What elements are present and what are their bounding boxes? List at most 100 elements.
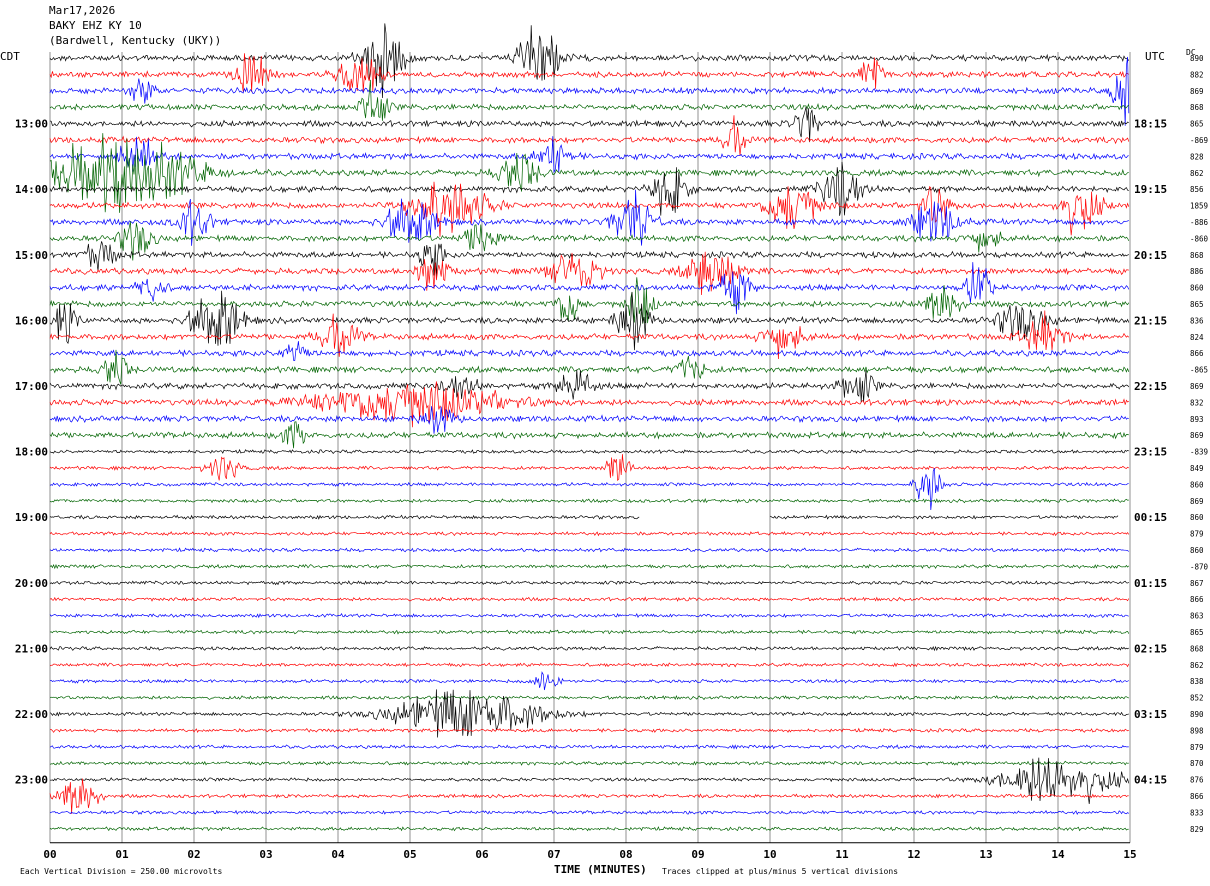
dc-value: 836 (1190, 316, 1204, 325)
dc-value: 879 (1190, 743, 1204, 752)
x-tick-label: 13 (979, 848, 992, 861)
dc-value: 868 (1190, 251, 1204, 260)
left-hour-label: 20:00 (15, 577, 48, 590)
dc-value: 833 (1190, 808, 1204, 817)
x-tick-label: 03 (259, 848, 272, 861)
dc-value: 898 (1190, 726, 1204, 735)
trace-row-22 (49, 406, 1129, 434)
x-tick-label: 00 (43, 848, 56, 861)
trace-row-36 (49, 645, 1129, 652)
trace-row-4 (49, 107, 1129, 143)
dc-value: 860 (1190, 513, 1204, 522)
trace-row-46 (49, 809, 1129, 816)
dc-value: -865 (1190, 366, 1208, 375)
right-hour-label: 23:15 (1134, 446, 1167, 459)
trace-row-2 (49, 56, 1130, 126)
dc-value: 886 (1190, 267, 1204, 276)
trace-row-3 (49, 79, 1129, 121)
trace-row-24 (49, 448, 1129, 455)
right-hour-label: 20:15 (1134, 249, 1167, 262)
dc-value: 869 (1190, 382, 1204, 391)
dc-value: 828 (1190, 152, 1204, 161)
dc-value: 868 (1190, 644, 1204, 653)
right-hour-label: 01:15 (1134, 577, 1167, 590)
scale-note: Each Vertical Division = 250.00 microvol… (20, 867, 223, 876)
trace-row-30 (49, 547, 1130, 553)
dc-value: 876 (1190, 776, 1204, 785)
trace-row-39 (49, 694, 1129, 701)
dc-value: 862 (1190, 661, 1204, 670)
x-tick-label: 14 (1051, 848, 1065, 861)
x-tick-label: 15 (1123, 848, 1136, 861)
left-timezone-label: CDT (0, 50, 20, 63)
dc-value: 866 (1190, 792, 1204, 801)
trace-row-47 (49, 826, 1129, 832)
dc-value: 852 (1190, 694, 1204, 703)
dc-value: 849 (1190, 464, 1204, 473)
trace-row-16 (49, 290, 1130, 351)
dc-value: 869 (1190, 431, 1204, 440)
dc-value: 865 (1190, 300, 1204, 309)
x-tick-label: 10 (763, 848, 776, 861)
dc-value: 832 (1190, 398, 1204, 407)
trace-row-23 (49, 421, 1129, 449)
x-tick-label: 04 (331, 848, 345, 861)
dc-value: 882 (1190, 70, 1204, 79)
trace-row-32 (49, 580, 1129, 586)
trace-row-27 (49, 498, 1129, 504)
trace-row-34 (49, 612, 1129, 619)
station-location: (Bardwell, Kentucky (UKY)) (49, 34, 222, 47)
left-hour-label: 18:00 (15, 446, 48, 459)
trace-row-42 (49, 744, 1129, 750)
trace-row-43 (49, 760, 1129, 766)
right-hour-label: 19:15 (1134, 183, 1167, 196)
trace-row-38 (49, 671, 1129, 691)
trace-row-28 (49, 514, 1119, 520)
left-hour-label: 22:00 (15, 708, 48, 721)
seismic-traces (49, 23, 1130, 832)
x-tick-label: 11 (835, 848, 849, 861)
dc-value: 824 (1190, 333, 1204, 342)
trace-row-18 (49, 341, 1130, 361)
dc-value: -886 (1190, 218, 1209, 227)
dc-value: 1859 (1190, 202, 1208, 211)
x-tick-label: 02 (187, 848, 200, 861)
minute-gridlines (49, 52, 1131, 844)
right-hour-label: 04:15 (1134, 774, 1167, 787)
dc-value: 865 (1190, 120, 1204, 129)
dc-value: 868 (1190, 103, 1204, 112)
trace-row-33 (49, 596, 1130, 602)
dc-value: 838 (1190, 677, 1204, 686)
dc-value: 879 (1190, 530, 1204, 539)
trace-row-14 (49, 262, 1130, 315)
dc-value: 866 (1190, 349, 1204, 358)
dc-value: 860 (1190, 284, 1204, 293)
dc-value: 869 (1190, 87, 1204, 96)
dc-value: 869 (1190, 497, 1204, 506)
right-hour-label: 03:15 (1134, 708, 1167, 721)
dc-value: 890 (1190, 710, 1204, 719)
dc-value: -870 (1190, 562, 1209, 571)
trace-row-45 (49, 778, 1129, 814)
left-hour-label: 15:00 (15, 249, 48, 262)
dc-value: -839 (1190, 448, 1208, 457)
trace-row-13 (49, 251, 1129, 296)
dc-value: 866 (1190, 595, 1204, 604)
dc-value: 863 (1190, 612, 1204, 621)
trace-row-6 (49, 136, 1129, 174)
left-hour-label: 13:00 (15, 118, 48, 131)
trace-row-7 (49, 133, 1129, 213)
x-tick-label: 05 (403, 848, 416, 861)
x-tick-label: 06 (475, 848, 489, 861)
dc-value: -869 (1190, 136, 1208, 145)
dc-value: 829 (1190, 825, 1204, 834)
trace-row-19 (49, 349, 1130, 385)
dc-value: 862 (1190, 169, 1204, 178)
trace-row-20 (49, 369, 1130, 403)
helicorder-chart: 00 01 02 03 04 05 06 07 08 09 10 11 12 13 14 15 890 882 86… (15, 23, 1209, 861)
left-hour-label: 16:00 (15, 314, 48, 327)
right-timezone-label: UTC (1145, 50, 1165, 63)
dc-value: 860 (1190, 546, 1204, 555)
trace-row-37 (49, 662, 1130, 668)
x-tick-label: 07 (547, 848, 560, 861)
